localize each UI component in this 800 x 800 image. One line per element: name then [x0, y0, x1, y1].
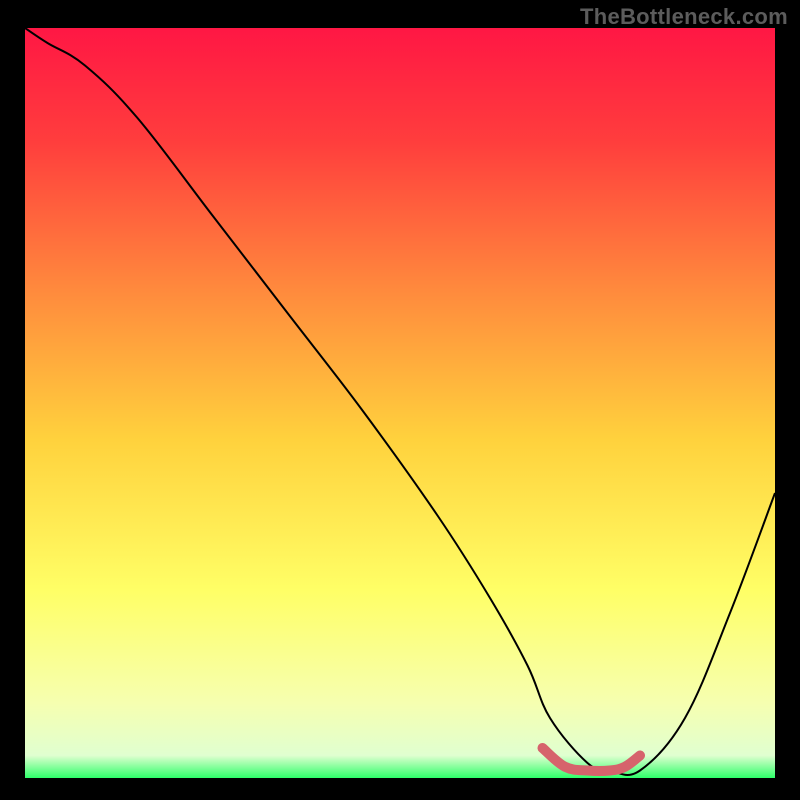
heat-gradient-background: [25, 28, 775, 778]
bottleneck-chart: [25, 28, 775, 778]
watermark-text: TheBottleneck.com: [580, 4, 788, 30]
